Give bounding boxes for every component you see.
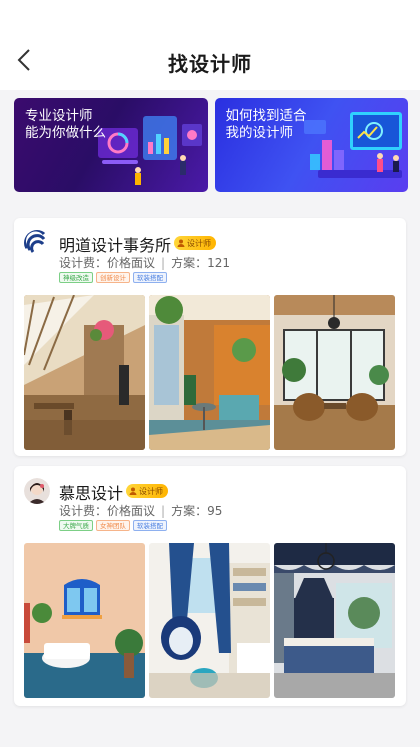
designer-card[interactable]: 明道设计事务所 设计师 设计费：价格面议 | 方案：121 神级改造 创新设计 软装… xyxy=(14,218,406,456)
designer-name: 明道设计事务所 xyxy=(59,236,172,255)
portfolio-photos xyxy=(24,543,395,698)
banner-find-designer[interactable]: 如何找到适合 我的设计师 xyxy=(214,98,408,192)
banner-text: 专业设计师 能为你做什么 xyxy=(25,108,106,141)
tag-list: 大牌气质 女神团队 软装搭配 xyxy=(59,520,167,531)
tag-list: 神级改造 创新设计 软装搭配 xyxy=(59,272,167,283)
designer-badge: 设计师 xyxy=(126,484,168,498)
tag: 大牌气质 xyxy=(59,520,93,531)
portfolio-photo[interactable] xyxy=(24,295,145,450)
banner-row: 专业设计师 能为你做什么 如何找到适合 我的设计师 xyxy=(14,98,408,192)
page-title: 找设计师 xyxy=(168,52,252,76)
find-designer-page: 找设计师 专业设计师 能为你做什么 如何找到适合 我的设计师 明道设计事务所 设… xyxy=(0,0,420,747)
header: 找设计师 xyxy=(0,0,420,90)
person-icon xyxy=(129,487,137,495)
tag: 软装搭配 xyxy=(133,272,167,283)
designer-badge: 设计师 xyxy=(174,236,216,250)
designer-avatar xyxy=(24,478,50,504)
designer-name: 慕思设计 xyxy=(59,484,124,503)
tag: 软装搭配 xyxy=(133,520,167,531)
portfolio-photo[interactable] xyxy=(274,295,395,450)
designer-stats: 设计费：价格面议 | 方案：95 xyxy=(59,504,223,518)
tag: 创新设计 xyxy=(96,272,130,283)
portfolio-photo[interactable] xyxy=(149,295,270,450)
portfolio-photo[interactable] xyxy=(149,543,270,698)
banner-text: 如何找到适合 我的设计师 xyxy=(225,108,307,141)
portfolio-photos xyxy=(24,295,395,450)
studio-logo xyxy=(24,230,50,256)
designer-stats: 设计费：价格面议 | 方案：121 xyxy=(59,256,230,270)
banner-what-designers-do[interactable]: 专业设计师 能为你做什么 xyxy=(14,98,208,192)
tag: 神级改造 xyxy=(59,272,93,283)
designer-card[interactable]: 慕思设计 设计师 设计费：价格面议 | 方案：95 大牌气质 女神团队 软装搭配 xyxy=(14,466,406,706)
portfolio-photo[interactable] xyxy=(24,543,145,698)
portfolio-photo[interactable] xyxy=(274,543,395,698)
person-icon xyxy=(177,239,185,247)
tag: 女神团队 xyxy=(96,520,130,531)
